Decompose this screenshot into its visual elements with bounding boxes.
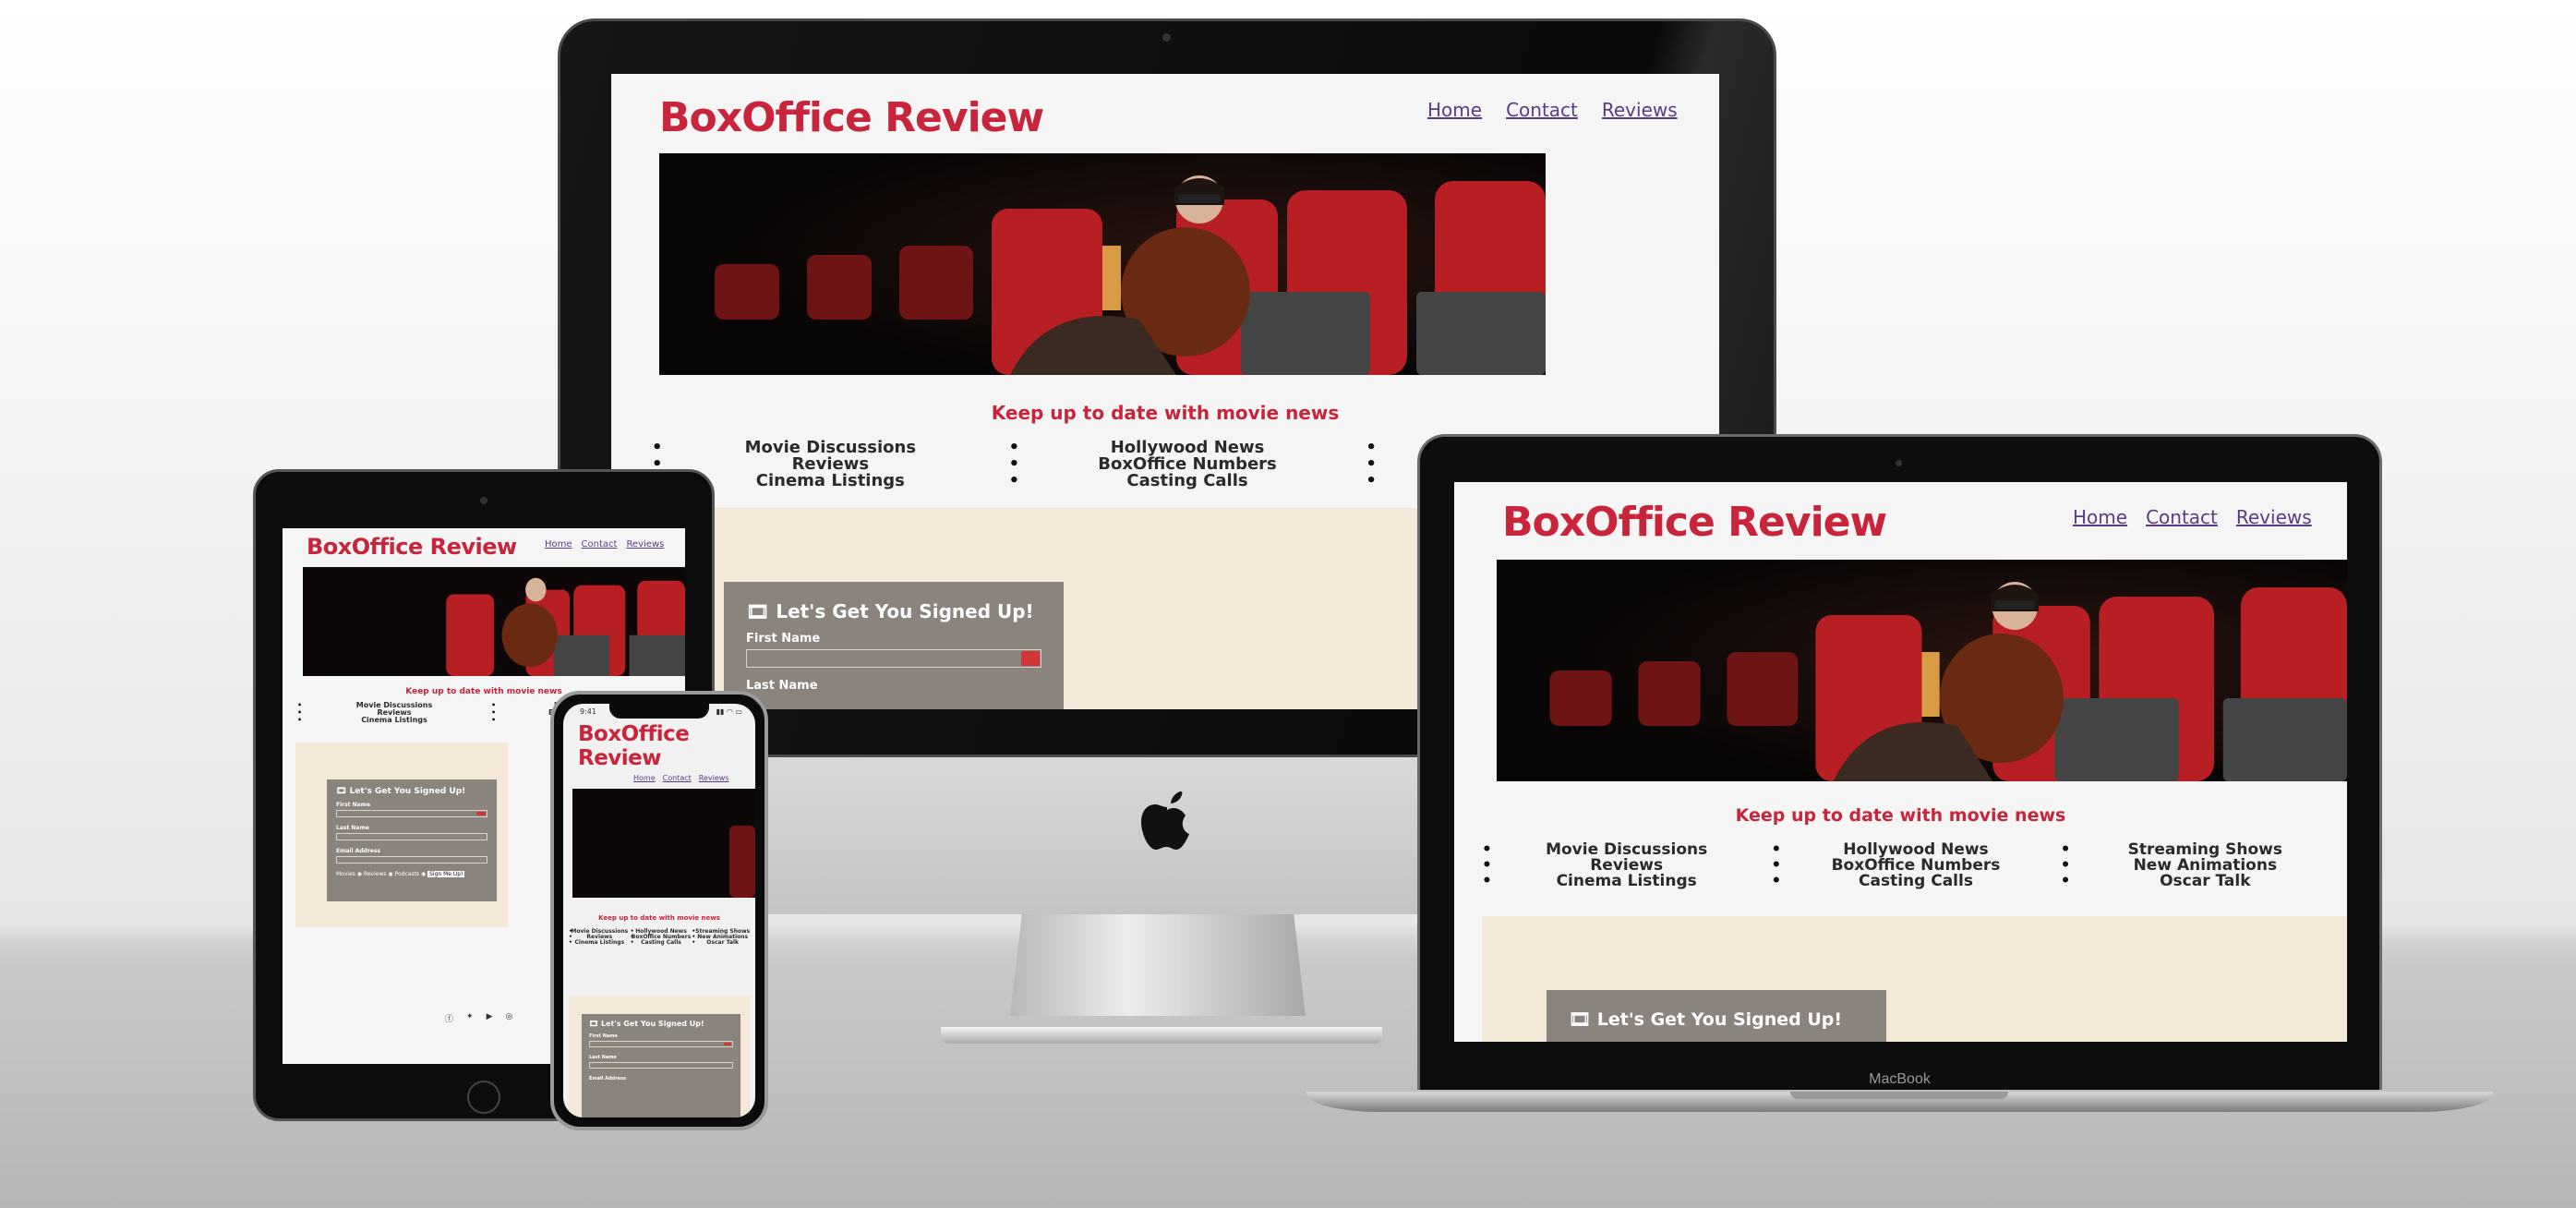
last-name-input[interactable] bbox=[589, 1062, 733, 1069]
macbook-brand: MacBook bbox=[1869, 1071, 1931, 1087]
signup-form: 🎞 Let's Get You Signed Up! bbox=[1547, 990, 1886, 1042]
news-item[interactable]: Casting Calls bbox=[1771, 874, 2060, 889]
site-nav: Home Contact Reviews bbox=[633, 774, 728, 782]
nav-home-link[interactable]: Home bbox=[545, 539, 572, 550]
news-columns: • • • Movie Discussions Reviews Cinema Listin… bbox=[569, 929, 753, 946]
status-time: 9:41 bbox=[580, 707, 596, 716]
form-title: 🎞 Let's Get You Signed Up! bbox=[746, 600, 1034, 622]
social-links: ⓕ ✦ ▶ ◎ bbox=[445, 1012, 512, 1024]
nav-reviews-link[interactable]: Reviews bbox=[699, 774, 729, 782]
signup-form: 🎞 Let's Get You Signed Up! First Name La… bbox=[582, 1014, 740, 1117]
macbook: MacBook BoxOffice Review Home Contact Re… bbox=[1306, 434, 2493, 1117]
hero-image bbox=[1497, 560, 2347, 781]
site-logo[interactable]: BoxOffice Review bbox=[659, 94, 1044, 141]
site-logo[interactable]: BoxOffice Review bbox=[578, 722, 716, 771]
status-icons: ▮▮ ◠ ▭ bbox=[716, 707, 742, 716]
form-title: 🎞 Let's Get You Signed Up! bbox=[589, 1020, 704, 1028]
youtube-icon[interactable]: ▶ bbox=[487, 1012, 493, 1024]
nav-home-link[interactable]: Home bbox=[1427, 99, 1482, 121]
news-columns: • • • Movie Discussions Reviews Cinema Listin… bbox=[1482, 842, 2347, 889]
hero-image bbox=[659, 153, 1546, 375]
ipad-camera bbox=[480, 497, 488, 504]
macbook-screen: BoxOffice Review Home Contact Reviews Ke… bbox=[1454, 482, 2347, 1042]
last-name-input[interactable] bbox=[336, 833, 488, 840]
twitter-icon[interactable]: ✦ bbox=[466, 1012, 474, 1024]
site-nav: Home Contact Reviews bbox=[545, 539, 664, 550]
first-name-input[interactable] bbox=[589, 1041, 733, 1047]
autofill-icon[interactable] bbox=[1021, 651, 1040, 666]
news-item[interactable]: Oscar Talk bbox=[692, 940, 753, 946]
site-nav: Home Contact Reviews bbox=[2073, 506, 2312, 528]
news-item[interactable]: Oscar Talk bbox=[2061, 874, 2347, 889]
nav-home-link[interactable]: Home bbox=[2073, 506, 2127, 528]
iphone-screen: 9:41 ▮▮ ◠ ▭ BoxOffice Review Home Contac… bbox=[563, 704, 755, 1117]
radio-reviews[interactable]: Reviews bbox=[364, 871, 387, 877]
news-heading: Keep up to date with movie news bbox=[598, 914, 720, 922]
instagram-icon[interactable]: ◎ bbox=[505, 1012, 512, 1024]
interest-radios: Movies ◉ Reviews ◉ Podcasts ◉ Sign Me Up… bbox=[336, 871, 465, 877]
film-icon: 🎞 bbox=[746, 600, 770, 622]
form-title: 🎞 Let's Get You Signed Up! bbox=[336, 787, 466, 796]
site-nav: Home Contact Reviews bbox=[1427, 99, 1678, 121]
signup-form: 🎞 Let's Get You Signed Up! First Name La… bbox=[724, 582, 1064, 709]
macbook-camera bbox=[1896, 460, 1902, 466]
macbook-notch bbox=[1790, 1092, 2008, 1099]
news-item[interactable]: Cinema Listings bbox=[569, 940, 631, 946]
last-name-label: Last Name bbox=[746, 679, 818, 693]
news-item[interactable]: Cinema Listings bbox=[297, 717, 491, 724]
first-name-input[interactable] bbox=[336, 810, 488, 817]
radio-podcasts[interactable]: Podcasts bbox=[395, 871, 419, 877]
news-heading: Keep up to date with movie news bbox=[991, 402, 1340, 424]
nav-reviews-link[interactable]: Reviews bbox=[626, 539, 664, 550]
news-item[interactable]: Cinema Listings bbox=[1482, 874, 1771, 889]
iphone-notch bbox=[609, 704, 709, 719]
submit-button[interactable]: Sign Me Up! bbox=[427, 871, 465, 877]
news-item[interactable]: Casting Calls bbox=[631, 940, 692, 946]
hero-image bbox=[572, 789, 755, 898]
hero-image bbox=[303, 567, 685, 676]
nav-reviews-link[interactable]: Reviews bbox=[2236, 506, 2312, 528]
ipad-home-button[interactable] bbox=[467, 1081, 500, 1114]
site-logo[interactable]: BoxOffice Review bbox=[1502, 499, 1887, 546]
nav-contact-link[interactable]: Contact bbox=[663, 774, 692, 782]
news-heading: Keep up to date with movie news bbox=[1735, 805, 2066, 826]
iphone: 9:41 ▮▮ ◠ ▭ BoxOffice Review Home Contac… bbox=[550, 691, 768, 1130]
form-title: 🎞 Let's Get You Signed Up! bbox=[1569, 1009, 1843, 1030]
nav-reviews-link[interactable]: Reviews bbox=[1602, 99, 1678, 121]
imac-camera bbox=[1162, 33, 1171, 42]
apple-logo-icon bbox=[1138, 785, 1197, 857]
site-logo[interactable]: BoxOffice Review bbox=[307, 534, 517, 560]
imac-stand bbox=[1010, 914, 1306, 1016]
first-name-input[interactable] bbox=[746, 649, 1041, 668]
facebook-icon[interactable]: ⓕ bbox=[445, 1012, 453, 1024]
radio-movies[interactable]: Movies bbox=[336, 871, 355, 877]
nav-contact-link[interactable]: Contact bbox=[1506, 99, 1578, 121]
nav-home-link[interactable]: Home bbox=[633, 774, 656, 782]
signup-form: 🎞 Let's Get You Signed Up! First Name La… bbox=[327, 779, 497, 901]
email-input[interactable] bbox=[336, 856, 488, 864]
nav-contact-link[interactable]: Contact bbox=[2146, 506, 2218, 528]
nav-contact-link[interactable]: Contact bbox=[582, 539, 618, 550]
first-name-label: First Name bbox=[746, 632, 821, 646]
